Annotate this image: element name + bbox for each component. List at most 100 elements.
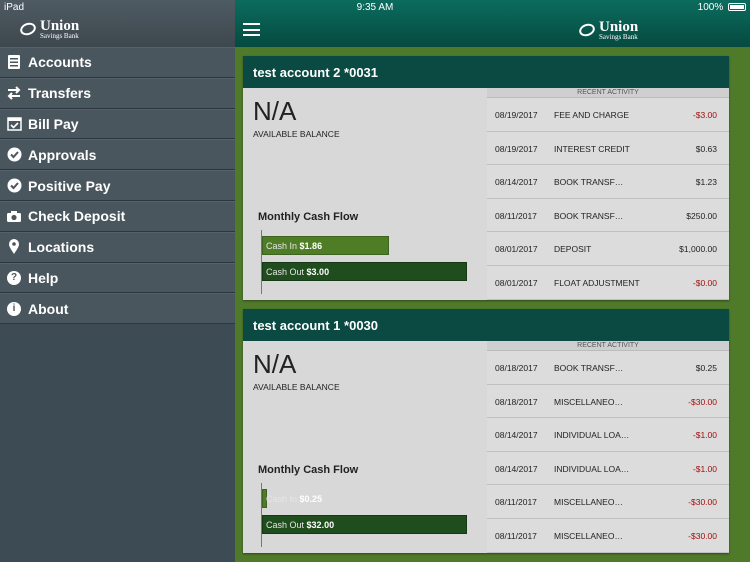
logo-mark-icon xyxy=(577,21,597,39)
cash-out-value: $3.00 xyxy=(306,267,330,277)
hamburger-menu-icon[interactable] xyxy=(243,23,260,36)
activity-row[interactable]: 08/01/2017 DEPOSIT $1,000.00 xyxy=(487,232,729,266)
activity-row[interactable]: 08/14/2017 BOOK TRANSF… $1.23 xyxy=(487,165,729,199)
cash-out-bar: Cash Out $32.00 xyxy=(262,515,467,534)
cash-out-bar: Cash Out $3.00 xyxy=(262,262,467,281)
account-summary: N/A AVAILABLE BALANCE Monthly Cash Flow … xyxy=(243,88,487,300)
sidebar-item-about[interactable]: i About xyxy=(0,293,235,325)
status-bar: iPad 9:35 AM 100% xyxy=(0,0,750,16)
cash-out-value: $32.00 xyxy=(306,520,335,530)
sidebar-item-label: Positive Pay xyxy=(28,177,111,194)
activity-description: DEPOSIT xyxy=(554,244,592,255)
activity-description: INDIVIDUAL LOA… xyxy=(554,463,630,474)
recent-activity-header: RECENT ACTIVITY xyxy=(487,88,729,98)
activity-amount: $0.25 xyxy=(695,363,717,373)
location-pin-icon xyxy=(6,239,22,255)
sidebar-item-check-deposit[interactable]: Check Deposit xyxy=(0,200,235,232)
account-card[interactable]: test account 2 *0031 N/A AVAILABLE BALAN… xyxy=(243,56,729,300)
activity-date: 08/14/2017 xyxy=(495,430,538,441)
activity-description: BOOK TRANSF… xyxy=(554,363,624,373)
battery-icon xyxy=(728,3,746,12)
activity-date: 08/19/2017 xyxy=(495,110,538,120)
sidebar-item-label: Check Deposit xyxy=(28,208,126,225)
cash-in-bar: Cash In $1.86 xyxy=(262,236,389,255)
recent-activity-header: RECENT ACTIVITY xyxy=(487,341,729,351)
cash-in-value: $0.25 xyxy=(299,494,323,504)
nav-menu: Accounts Transfers Bill Pay Approvals Po… xyxy=(0,47,235,325)
sidebar-item-label: About xyxy=(28,300,69,317)
activity-description: BOOK TRANSF… xyxy=(554,210,624,221)
activity-description: INDIVIDUAL LOA… xyxy=(554,430,630,441)
activity-amount: -$0.00 xyxy=(692,277,717,288)
sidebar-item-help[interactable]: ? Help xyxy=(0,262,235,294)
logo-mark-icon xyxy=(18,20,38,38)
sidebar-item-bill-pay[interactable]: Bill Pay xyxy=(0,108,235,140)
activity-date: 08/18/2017 xyxy=(495,396,538,407)
info-circle-icon: i xyxy=(6,301,22,317)
activity-amount: $0.63 xyxy=(695,143,717,154)
transfers-icon xyxy=(6,85,22,101)
logo-tagline: Savings Bank xyxy=(40,32,79,40)
check-circle-icon xyxy=(6,178,22,194)
activity-amount: -$30.00 xyxy=(688,497,717,508)
available-balance-value: N/A xyxy=(253,349,297,379)
activity-amount: $1.23 xyxy=(695,177,717,188)
activity-row[interactable]: 08/11/2017 MISCELLANEO… -$30.00 xyxy=(487,485,729,519)
main-content: Union Savings Bank test account 2 *0031 … xyxy=(235,0,750,562)
activity-row[interactable]: 08/11/2017 BOOK TRANSF… $250.00 xyxy=(487,199,729,233)
check-circle-icon xyxy=(6,147,22,163)
account-title: test account 1 *0030 xyxy=(243,309,729,341)
activity-date: 08/11/2017 xyxy=(495,530,537,541)
clock: 9:35 AM xyxy=(356,2,394,13)
sidebar-item-label: Approvals xyxy=(28,146,97,163)
activity-amount: -$1.00 xyxy=(692,463,717,474)
cash-in-value: $1.86 xyxy=(299,241,323,251)
account-card[interactable]: test account 1 *0030 N/A AVAILABLE BALAN… xyxy=(243,309,729,553)
activity-row[interactable]: 08/01/2017 FLOAT ADJUSTMENT -$0.00 xyxy=(487,266,729,300)
activity-description: MISCELLANEO… xyxy=(554,396,623,407)
account-summary: N/A AVAILABLE BALANCE Monthly Cash Flow … xyxy=(243,341,487,553)
activity-description: INTEREST CREDIT xyxy=(554,143,630,154)
activity-amount: -$30.00 xyxy=(688,396,717,407)
calendar-check-icon xyxy=(6,116,22,132)
camera-icon xyxy=(6,208,22,224)
activity-date: 08/19/2017 xyxy=(495,143,538,154)
sidebar-item-label: Transfers xyxy=(28,85,92,102)
activity-description: MISCELLANEO… xyxy=(554,497,623,508)
sidebar-item-positive-pay[interactable]: Positive Pay xyxy=(0,170,235,201)
activity-date: 08/18/2017 xyxy=(495,363,538,373)
account-title: test account 2 *0031 xyxy=(243,56,729,88)
accounts-icon xyxy=(6,54,22,70)
activity-row[interactable]: 08/11/2017 MISCELLANEO… -$30.00 xyxy=(487,519,729,553)
sidebar: Union Savings Bank Accounts Transfers Bi… xyxy=(0,0,235,562)
cash-out-label: Cash Out xyxy=(266,520,305,530)
activity-row[interactable]: 08/18/2017 BOOK TRANSF… $0.25 xyxy=(487,351,729,385)
activity-date: 08/01/2017 xyxy=(495,244,538,255)
activity-description: BOOK TRANSF… xyxy=(554,177,624,188)
battery-status: 100% xyxy=(698,2,746,13)
sidebar-item-locations[interactable]: Locations xyxy=(0,231,235,263)
sidebar-item-label: Accounts xyxy=(28,54,92,71)
sidebar-item-accounts[interactable]: Accounts xyxy=(0,47,235,78)
cash-in-label: Cash In xyxy=(266,494,298,504)
battery-percent: 100% xyxy=(697,2,724,13)
sidebar-item-approvals[interactable]: Approvals xyxy=(0,139,235,171)
recent-activity: RECENT ACTIVITY 08/18/2017 BOOK TRANSF… $0… xyxy=(487,341,729,553)
activity-date: 08/14/2017 xyxy=(495,177,538,188)
available-balance-label: AVAILABLE BALANCE xyxy=(253,382,340,392)
activity-row[interactable]: 08/14/2017 INDIVIDUAL LOA… -$1.00 xyxy=(487,452,729,486)
activity-date: 08/01/2017 xyxy=(495,277,538,288)
activity-row[interactable]: 08/18/2017 MISCELLANEO… -$30.00 xyxy=(487,385,729,419)
sidebar-item-transfers[interactable]: Transfers xyxy=(0,77,235,109)
activity-amount: -$3.00 xyxy=(692,110,717,120)
cash-flow-title: Monthly Cash Flow xyxy=(258,211,359,223)
account-body: N/A AVAILABLE BALANCE Monthly Cash Flow … xyxy=(243,341,729,553)
activity-amount: -$1.00 xyxy=(692,430,717,441)
activity-row[interactable]: 08/19/2017 FEE AND CHARGE -$3.00 xyxy=(487,98,729,132)
question-circle-icon: ? xyxy=(6,270,22,286)
activity-row[interactable]: 08/19/2017 INTEREST CREDIT $0.63 xyxy=(487,132,729,166)
logo-tagline: Savings Bank xyxy=(599,33,638,41)
activity-amount: $250.00 xyxy=(686,210,717,221)
available-balance-label: AVAILABLE BALANCE xyxy=(253,129,340,139)
activity-row[interactable]: 08/14/2017 INDIVIDUAL LOA… -$1.00 xyxy=(487,418,729,452)
